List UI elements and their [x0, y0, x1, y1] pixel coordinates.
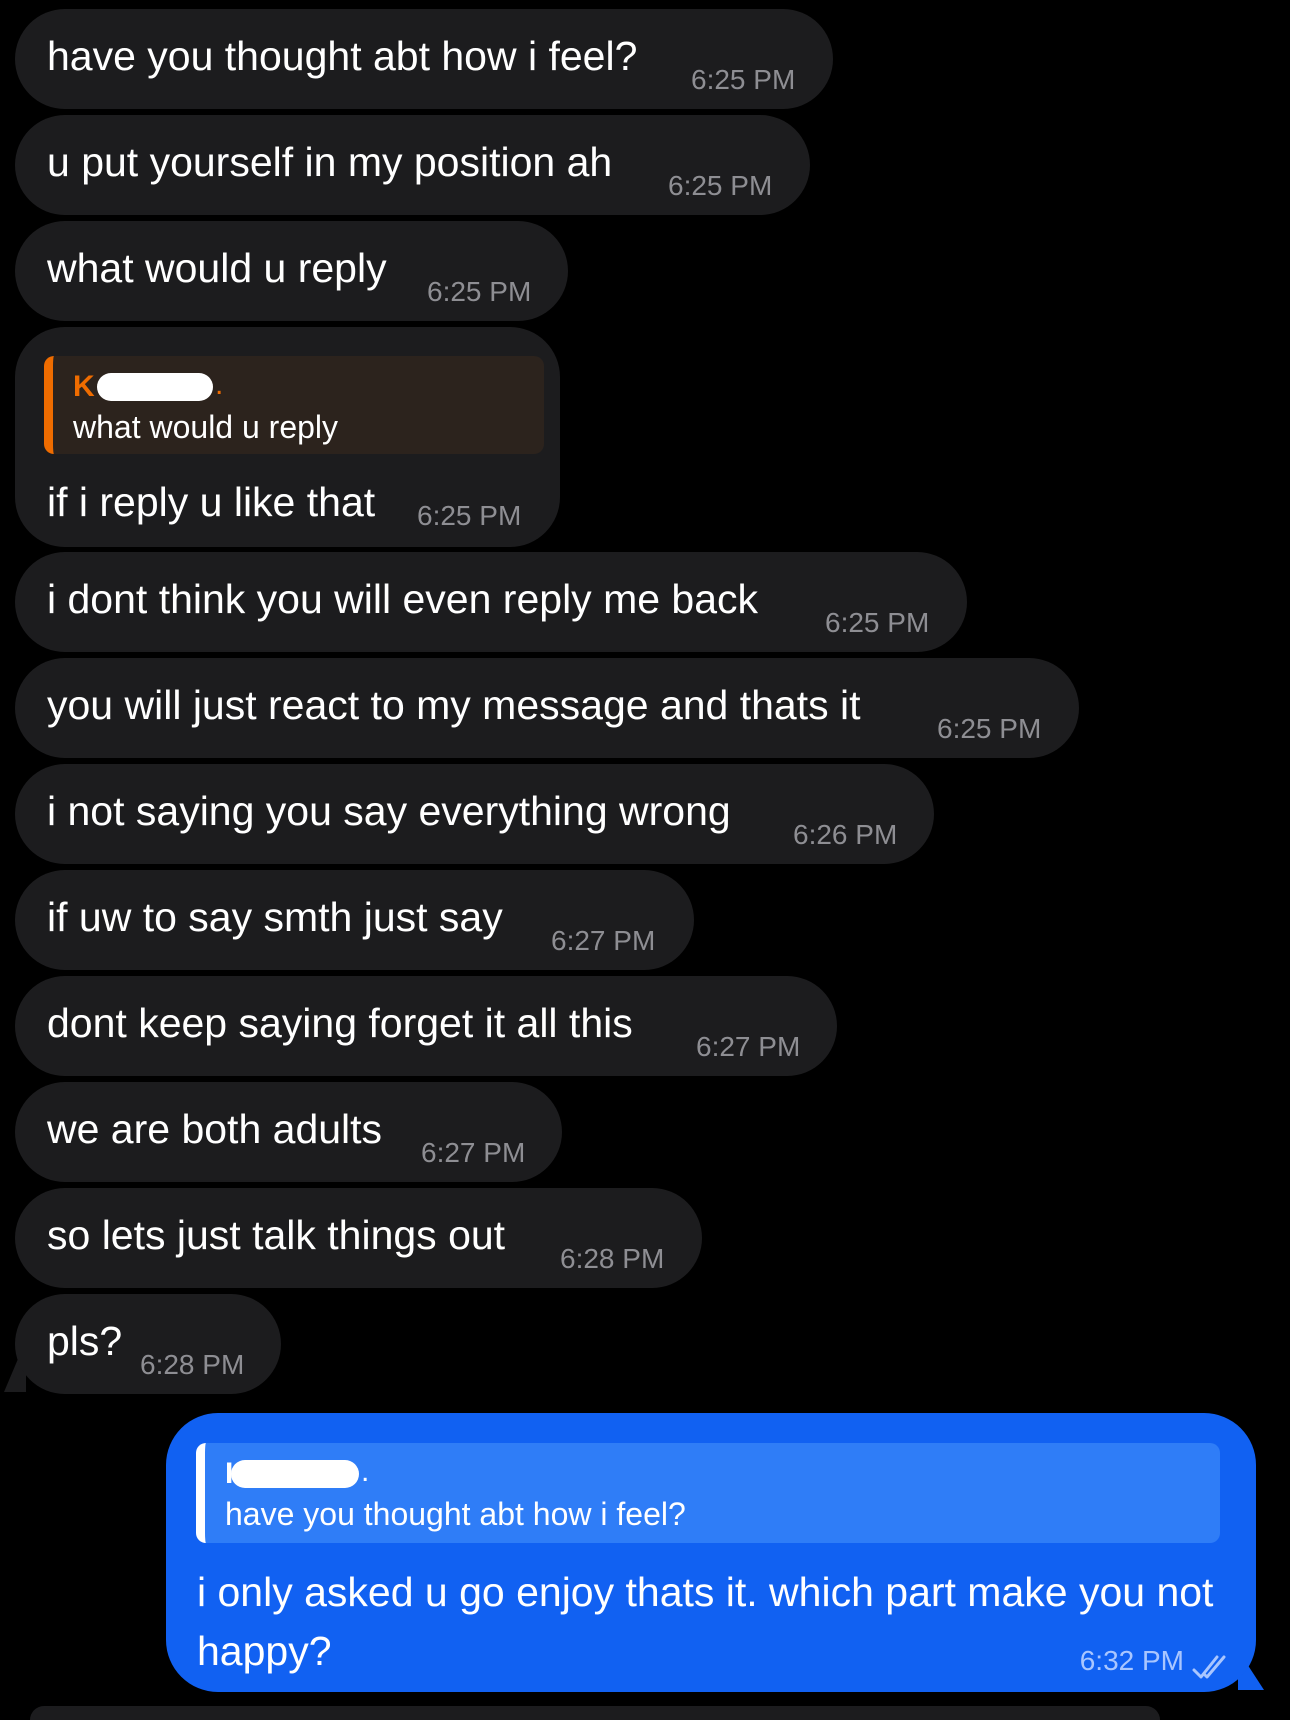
message-text: so lets just talk things out [47, 1212, 506, 1258]
message-text: i only asked u go enjoy thats it. which … [197, 1569, 1214, 1674]
message-text: pls? [47, 1318, 123, 1364]
quoted-text: have you thought abt how i feel? [225, 1496, 686, 1532]
message-bubble[interactable]: we are both adults 6:27 PM [15, 1082, 562, 1182]
message-text: if uw to say smth just say [47, 894, 503, 940]
message-time: 6:25 PM [427, 276, 532, 307]
message-bubble[interactable]: you will just react to my message and th… [15, 658, 1079, 758]
message-time: 6:32 PM [1079, 1645, 1184, 1676]
message-time: 6:27 PM [421, 1137, 526, 1168]
message-bubble[interactable]: so lets just talk things out 6:28 PM [15, 1188, 702, 1288]
message-bubble[interactable]: if uw to say smth just say 6:27 PM [15, 870, 694, 970]
message-time: 6:25 PM [668, 170, 773, 201]
message-time: 6:25 PM [417, 500, 522, 531]
outgoing-message-bubble[interactable]: I . have you thought abt how i feel? i o… [166, 1413, 1256, 1692]
message-bubble[interactable]: i dont think you will even reply me back… [15, 552, 967, 652]
message-text: dont keep saying forget it all this [47, 1000, 633, 1046]
quoted-message[interactable]: K . what would u reply [44, 356, 544, 454]
message-text: what would u reply [47, 245, 387, 291]
message-bubble[interactable]: u put yourself in my position ah 6:25 PM [15, 115, 810, 215]
message-bubble[interactable]: pls? 6:28 PM [15, 1294, 281, 1394]
message-text: you will just react to my message and th… [47, 682, 861, 728]
message-time: 6:26 PM [793, 819, 898, 850]
message-time: 6:27 PM [696, 1031, 801, 1062]
message-time: 6:25 PM [937, 713, 1042, 744]
message-bubble[interactable]: have you thought abt how i feel? 6:25 PM [15, 9, 833, 109]
message-bubble[interactable]: i not saying you say everything wrong 6:… [15, 764, 934, 864]
double-check-icon [1192, 1655, 1226, 1679]
message-text: i dont think you will even reply me back [47, 576, 759, 622]
message-time: 6:25 PM [691, 64, 796, 95]
message-text: i not saying you say everything wrong [47, 788, 731, 834]
quoted-sender-suffix: . [215, 368, 224, 401]
message-text: u put yourself in my position ah [47, 139, 613, 185]
message-time: 6:27 PM [551, 925, 656, 956]
message-text: if i reply u like that [47, 479, 376, 525]
chat-view: have you thought abt how i feel? 6:25 PM… [0, 0, 1290, 1720]
next-message-edge [30, 1706, 1160, 1720]
quoted-text: what would u reply [73, 409, 339, 445]
quoted-sender-name: K [73, 370, 95, 403]
message-bubble[interactable]: dont keep saying forget it all this 6:27… [15, 976, 837, 1076]
message-time: 6:28 PM [560, 1243, 665, 1274]
message-bubble[interactable]: what would u reply 6:25 PM [15, 221, 568, 321]
message-text: we are both adults [47, 1106, 383, 1152]
quoted-message[interactable]: I . have you thought abt how i feel? [196, 1443, 1220, 1543]
redaction-mark [97, 373, 213, 401]
message-text: have you thought abt how i feel? [47, 33, 638, 79]
reply-message-bubble[interactable]: K . what would u reply if i reply u like… [15, 327, 560, 547]
message-time: 6:25 PM [825, 607, 930, 638]
quoted-sender-suffix: . [361, 1455, 370, 1488]
redaction-mark [231, 1460, 359, 1488]
message-time: 6:28 PM [140, 1349, 245, 1380]
